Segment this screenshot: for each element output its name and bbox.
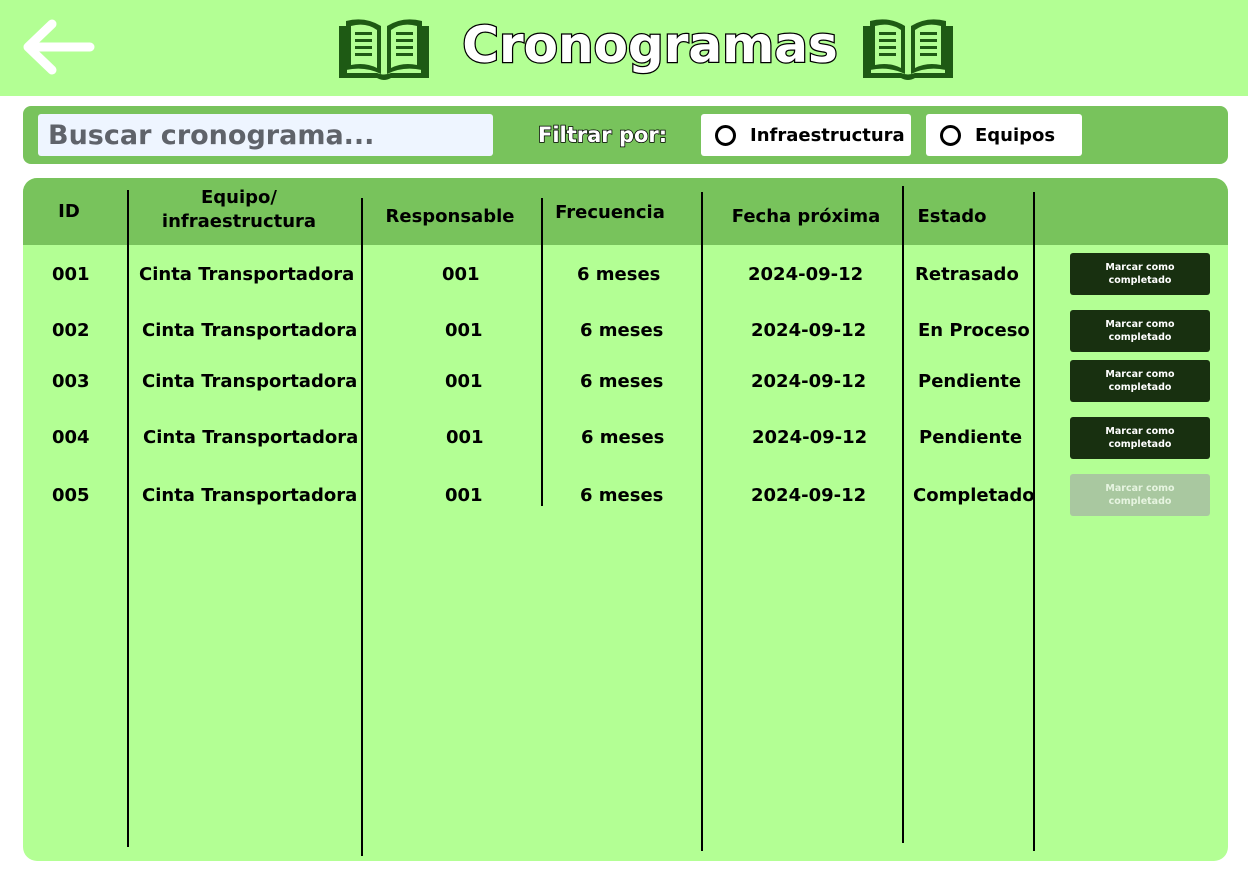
column-divider xyxy=(902,186,904,843)
table-cell-estado: Pendiente xyxy=(919,427,1023,448)
filter-label: Filtrar por: xyxy=(537,122,668,148)
column-divider xyxy=(127,190,129,847)
column-header-equipo: Equipo/ infraestructura xyxy=(161,187,317,232)
column-divider xyxy=(541,198,543,506)
table-cell-frecuencia: 6 meses xyxy=(581,427,665,448)
mark-complete-button-disabled: Marcar como completado xyxy=(1070,474,1210,516)
back-button[interactable] xyxy=(20,14,96,80)
column-header-fecha: Fecha próxima xyxy=(731,206,881,227)
table-cell-responsable: 001 xyxy=(446,427,484,448)
filter-option-label: Infraestructura xyxy=(750,124,905,146)
table-cell-fecha: 2024-09-12 xyxy=(748,264,864,285)
filter-equipos-radio[interactable]: Equipos xyxy=(926,114,1082,156)
table-cell-id: 001 xyxy=(52,264,90,285)
mark-complete-button[interactable]: Marcar como completado xyxy=(1070,417,1210,459)
table-cell-estado: Retrasado xyxy=(915,264,1019,285)
table-cell-frecuencia: 6 meses xyxy=(580,485,664,506)
mark-complete-button[interactable]: Marcar como completado xyxy=(1070,253,1210,295)
column-header-estado: Estado xyxy=(917,206,987,227)
table-cell-fecha: 2024-09-12 xyxy=(751,320,867,341)
table-cell-id: 005 xyxy=(52,485,90,506)
mark-complete-button[interactable]: Marcar como completado xyxy=(1070,360,1210,402)
column-divider xyxy=(1033,192,1035,851)
table-cell-id: 004 xyxy=(52,427,90,448)
open-book-icon xyxy=(863,19,953,80)
arrow-left-icon xyxy=(23,19,95,75)
table-cell-id: 003 xyxy=(52,371,90,392)
table-cell-estado: Completado xyxy=(913,485,1035,506)
table-cell-id: 002 xyxy=(52,320,90,341)
radio-circle-icon xyxy=(715,124,736,146)
table-cell-frecuencia: 6 meses xyxy=(580,320,664,341)
column-divider xyxy=(361,198,363,856)
filter-infraestructura-radio[interactable]: Infraestructura xyxy=(701,114,911,156)
table-cell-responsable: 001 xyxy=(445,320,483,341)
table-cell-frecuencia: 6 meses xyxy=(580,371,664,392)
table-cell-fecha: 2024-09-12 xyxy=(751,485,867,506)
column-divider xyxy=(701,192,703,851)
schedule-table: ID Equipo/ infraestructura Responsable F… xyxy=(23,178,1228,861)
column-header-frecuencia: Frecuencia xyxy=(555,202,665,223)
table-cell-frecuencia: 6 meses xyxy=(577,264,661,285)
table-cell-responsable: 001 xyxy=(445,485,483,506)
table-cell-equipo: Cinta Transportadora xyxy=(143,427,359,448)
search-input[interactable] xyxy=(38,114,493,156)
column-header-responsable: Responsable xyxy=(385,206,515,227)
table-cell-equipo: Cinta Transportadora xyxy=(142,371,358,392)
mark-complete-button[interactable]: Marcar como completado xyxy=(1070,310,1210,352)
column-header-id: ID xyxy=(58,201,80,222)
table-cell-estado: En Proceso xyxy=(918,320,1030,341)
table-cell-equipo: Cinta Transportadora xyxy=(139,264,355,285)
radio-circle-icon xyxy=(940,124,961,146)
table-cell-responsable: 001 xyxy=(445,371,483,392)
table-cell-fecha: 2024-09-12 xyxy=(751,371,867,392)
filter-option-label: Equipos xyxy=(975,124,1056,146)
table-cell-fecha: 2024-09-12 xyxy=(752,427,868,448)
table-cell-responsable: 001 xyxy=(442,264,480,285)
app-header: Cronogramas xyxy=(0,0,1248,96)
page-title: Cronogramas xyxy=(461,15,839,76)
open-book-icon xyxy=(339,19,429,80)
table-cell-equipo: Cinta Transportadora xyxy=(142,485,358,506)
table-cell-estado: Pendiente xyxy=(918,371,1022,392)
table-cell-equipo: Cinta Transportadora xyxy=(142,320,358,341)
